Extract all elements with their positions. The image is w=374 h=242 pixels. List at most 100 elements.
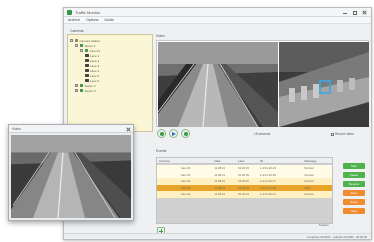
screen: Traffic Monitor Archive Options Guide Ca… <box>0 0 374 242</box>
column-header[interactable]: Lane <box>236 159 258 163</box>
action-button-start[interactable]: Start <box>343 163 365 169</box>
minimize-button[interactable] <box>340 9 349 16</box>
table-cell: L-4 01-02-37 <box>259 179 276 184</box>
rewind-button[interactable] <box>157 129 166 138</box>
tree-node-label: Sector 3 <box>84 88 96 93</box>
video-panel <box>156 40 369 127</box>
popup-video-window[interactable]: Video <box>8 124 134 221</box>
app-icon <box>67 10 72 15</box>
menu-guide[interactable]: Guide <box>104 18 114 22</box>
camera-icon <box>85 78 89 83</box>
collapse-icon[interactable]: − <box>70 39 73 42</box>
titlebar[interactable]: Traffic Monitor <box>64 8 371 17</box>
video-panel-header: Video <box>156 34 165 38</box>
popup-road-scene-image <box>11 135 131 218</box>
camera-icon <box>85 63 89 68</box>
table-cell: L-4 01-02-41 <box>259 192 276 197</box>
maximize-icon <box>352 10 357 15</box>
table-cell: Normal <box>304 179 314 184</box>
video-duration-label: 15 seconds <box>254 132 271 136</box>
close-button[interactable] <box>360 9 369 16</box>
tree-node-label: Lane 5 <box>90 73 100 78</box>
tree-node[interactable]: + Sector 3 <box>70 88 150 93</box>
camera-icon <box>85 68 89 73</box>
table-cell: 01:02:33 <box>238 166 249 171</box>
tree-node-label: Sector 1 <box>84 43 96 48</box>
window-title: Traffic Monitor <box>75 10 101 15</box>
expand-icon[interactable]: + <box>75 84 78 87</box>
play-icon <box>172 131 176 136</box>
table-header-row: Camera Date Lane ID Message <box>157 158 332 164</box>
close-icon <box>126 127 130 131</box>
table-cell: Cam 01 <box>180 192 191 197</box>
popup-close-button[interactable] <box>125 126 131 132</box>
tree-node-label: Lane 6 <box>90 78 100 83</box>
collapse-icon[interactable]: − <box>80 49 83 52</box>
maximize-button[interactable] <box>350 9 359 16</box>
record-checkbox[interactable] <box>331 132 334 136</box>
tree-node-label: Camera Station <box>79 38 101 43</box>
action-button-alarm[interactable]: Alarm <box>343 190 365 196</box>
rewind-icon <box>159 131 164 136</box>
camera-tree-panel: Cameras − Camera Station − Sector 1− Cam 01 L… <box>67 29 153 132</box>
record-video-toggle[interactable]: Record video <box>331 132 354 136</box>
table-cell: L-4 01-02-35 <box>259 172 276 177</box>
popup-camera-feed[interactable] <box>11 135 131 218</box>
forward-button[interactable] <box>181 129 190 138</box>
tree-node-label: Cam 01 <box>89 48 101 53</box>
popup-titlebar[interactable]: Video <box>9 125 133 133</box>
action-button-pause[interactable]: Pause <box>343 172 365 178</box>
table-cell: Normal <box>304 192 314 197</box>
tree-node-label: Lane 3 <box>90 63 100 68</box>
table-cell: 11.08.21 <box>214 185 226 190</box>
table-cell: Normal <box>304 166 314 171</box>
folder-icon <box>79 43 83 48</box>
table-cell: 01:02:37 <box>238 179 249 184</box>
table-cell: Normal <box>304 172 314 177</box>
events-table: Camera Date Lane ID Message Cam 01 11.08.… <box>156 157 333 224</box>
table-cell: Cam 01 <box>180 185 191 190</box>
menu-archive[interactable]: Archive <box>68 18 80 22</box>
status-text: Longitude 00.0000 · Latitude 00.0000 · 0… <box>307 235 367 239</box>
action-button-resume[interactable]: Resume <box>343 181 365 187</box>
close-icon <box>363 11 367 15</box>
folder-icon <box>74 38 78 43</box>
table-cell: 01:02:39 <box>238 185 249 190</box>
tree-panel-header: Cameras <box>70 29 84 33</box>
table-cell: L-4 01-02-39 <box>259 185 276 190</box>
tree-node-label: Lane 2 <box>90 58 100 63</box>
camera-tree: − Camera Station − Sector 1− Cam 01 Lane 1 Lan… <box>70 38 150 129</box>
table-cell: L-4 01-02-33 <box>259 166 276 171</box>
menu-options[interactable]: Options <box>86 18 98 22</box>
zoomed-camera-feed[interactable] <box>279 42 369 127</box>
action-button-stop[interactable]: Stop <box>343 208 365 214</box>
folder-icon <box>79 88 83 93</box>
table-cell: 11.08.21 <box>214 172 226 177</box>
expand-icon[interactable]: + <box>75 89 78 92</box>
road-camera-feed[interactable] <box>158 42 278 127</box>
play-button[interactable] <box>169 129 178 138</box>
collapse-icon[interactable]: − <box>75 44 78 47</box>
tree-node-label: Lane 4 <box>90 68 100 73</box>
column-header[interactable]: ID <box>258 159 302 163</box>
column-header[interactable]: Camera <box>157 159 212 163</box>
tree-node-label: Lane 1 <box>90 53 100 58</box>
forward-icon <box>183 131 188 136</box>
zoomed-scene-image <box>279 42 369 127</box>
popup-title: Video <box>12 127 21 131</box>
camera-icon <box>85 53 89 58</box>
table-cell: Cam 01 <box>180 172 191 177</box>
action-buttons: Start Pause Resume Alarm Reset Stop <box>343 163 365 214</box>
column-header[interactable]: Message <box>302 159 332 163</box>
table-cell: 11.08.21 <box>214 179 226 184</box>
table-cell: 11.08.21 <box>214 166 226 171</box>
camera-icon <box>85 73 89 78</box>
action-button-reset[interactable]: Reset <box>343 199 365 205</box>
table-cell: Cam 01 <box>180 166 191 171</box>
table-row[interactable]: Cam 01 11.08.21 01:02:41 L-4 01-02-41 Normal <box>157 191 332 198</box>
record-video-label: Record video <box>335 132 354 136</box>
events-panel-header: Events <box>156 149 167 153</box>
window-controls <box>340 9 369 16</box>
table-cell: 01:02:41 <box>238 192 249 197</box>
column-header[interactable]: Date <box>212 159 236 163</box>
